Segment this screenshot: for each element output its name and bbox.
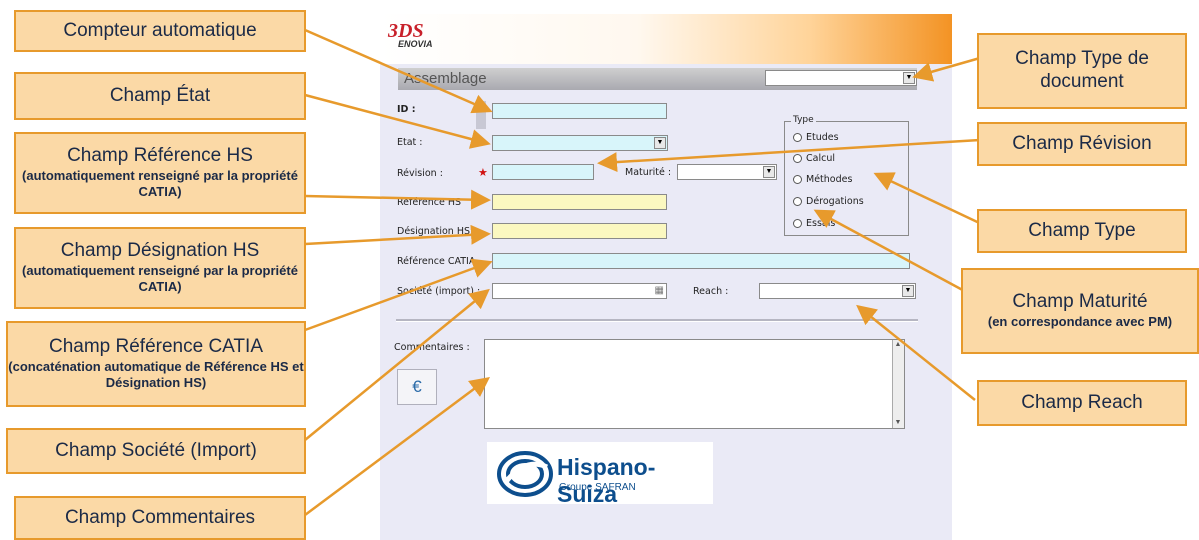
arrow-type xyxy=(873,172,991,230)
callout-title: Champ Type de document xyxy=(1015,48,1149,92)
arrow-revision xyxy=(597,138,981,173)
callout-subtitle: (automatiquement renseigné par la propri… xyxy=(22,168,298,200)
callout-subtitle: (concaténation automatique de Référence … xyxy=(8,359,304,391)
callout-title: Champ Commentaires xyxy=(64,506,256,528)
callout-title: Champ Type xyxy=(1028,219,1136,241)
callout-maturite: Champ Maturité (en correspondance avec P… xyxy=(961,268,1199,354)
callout-title: Champ Reach xyxy=(1021,391,1143,413)
arrow-reach xyxy=(856,304,976,401)
arrow-type-doc xyxy=(912,56,981,82)
callout-commentaires: Champ Commentaires xyxy=(14,496,306,540)
arrow-commentaires xyxy=(304,377,491,517)
callout-type: Champ Type xyxy=(977,209,1187,253)
arrow-ref-hs xyxy=(304,189,491,210)
callout-subtitle: (automatiquement renseigné par la propri… xyxy=(22,263,298,295)
callout-type-doc: Champ Type de document xyxy=(977,33,1187,109)
callout-reach: Champ Reach xyxy=(977,380,1187,426)
arrow-des-hs xyxy=(304,224,491,246)
callout-title: Champ État xyxy=(109,84,211,106)
callout-revision: Champ Révision xyxy=(977,122,1187,166)
callout-des-hs: Champ Désignation HS (automatiquement re… xyxy=(14,227,306,309)
callout-title: Champ Désignation HS xyxy=(60,240,260,262)
callout-title: Champ Maturité xyxy=(1012,291,1148,313)
arrow-maturite xyxy=(813,209,971,296)
callout-compteur: Compteur automatique xyxy=(14,10,306,52)
callout-title: Compteur automatique xyxy=(63,19,257,41)
callout-ref-catia: Champ Référence CATIA (concaténation aut… xyxy=(6,321,306,407)
callout-title: Champ Référence CATIA xyxy=(48,336,263,358)
arrow-etat xyxy=(304,93,491,149)
arrow-compteur xyxy=(304,28,493,114)
callout-etat: Champ État xyxy=(14,72,306,120)
callout-subtitle: (en correspondance avec PM) xyxy=(987,314,1173,330)
arrow-ref-catia xyxy=(304,258,493,332)
callout-title: Champ Société (Import) xyxy=(55,439,257,461)
callout-societe: Champ Société (Import) xyxy=(6,428,306,474)
callout-ref-hs: Champ Référence HS (automatiquement rens… xyxy=(14,132,306,214)
arrow-societe xyxy=(304,288,490,441)
callout-title: Champ Référence HS xyxy=(67,145,253,167)
callout-title: Champ Révision xyxy=(1012,132,1152,154)
